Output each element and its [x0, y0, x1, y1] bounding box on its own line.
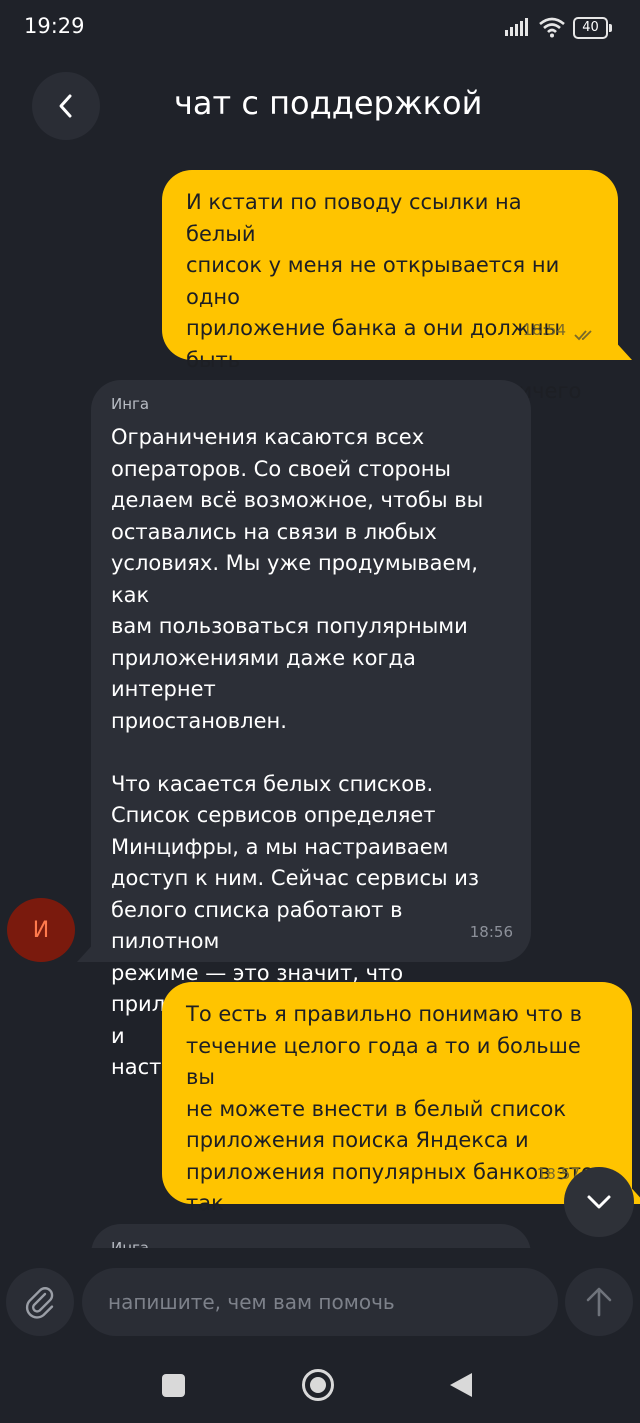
page-title: чат с поддержкой — [174, 84, 483, 122]
attach-button[interactable] — [6, 1268, 74, 1336]
battery-level: 40 — [573, 17, 608, 39]
nav-home-button[interactable] — [302, 1369, 334, 1401]
send-button[interactable] — [565, 1268, 633, 1336]
chevron-down-icon — [587, 1195, 611, 1209]
signal-icon — [505, 18, 528, 36]
message-time: 18:56 — [469, 922, 513, 941]
nav-recent-apps-button[interactable] — [162, 1374, 185, 1397]
incoming-message[interactable]: Инга — [91, 1224, 531, 1248]
nav-back-button[interactable] — [450, 1373, 472, 1397]
paperclip-icon — [25, 1287, 54, 1319]
message-input[interactable] — [82, 1268, 558, 1336]
back-button[interactable] — [32, 72, 100, 140]
status-time: 19:29 — [24, 14, 85, 38]
sender-name: Инга — [111, 395, 150, 413]
message-time: 18:54 — [522, 320, 566, 339]
outgoing-message[interactable]: И кстати по поводу ссылки на белый списо… — [162, 170, 632, 435]
incoming-message[interactable]: Инга Ограничения касаются всех операторо… — [77, 380, 531, 1079]
battery-icon: 40 — [573, 17, 613, 39]
chevron-left-icon — [59, 94, 72, 118]
read-check-icon — [574, 330, 592, 341]
status-bar: 19:29 40 — [0, 0, 640, 58]
avatar: И — [7, 898, 75, 962]
wifi-icon — [539, 17, 565, 38]
sender-name: Инга — [111, 1239, 150, 1248]
arrow-up-icon — [586, 1287, 612, 1317]
scroll-down-button[interactable] — [564, 1167, 634, 1237]
chat-area[interactable]: И кстати по поводу ссылки на белый списо… — [0, 150, 640, 1248]
outgoing-message[interactable]: То есть я правильно понимаю что в течени… — [162, 982, 640, 1215]
